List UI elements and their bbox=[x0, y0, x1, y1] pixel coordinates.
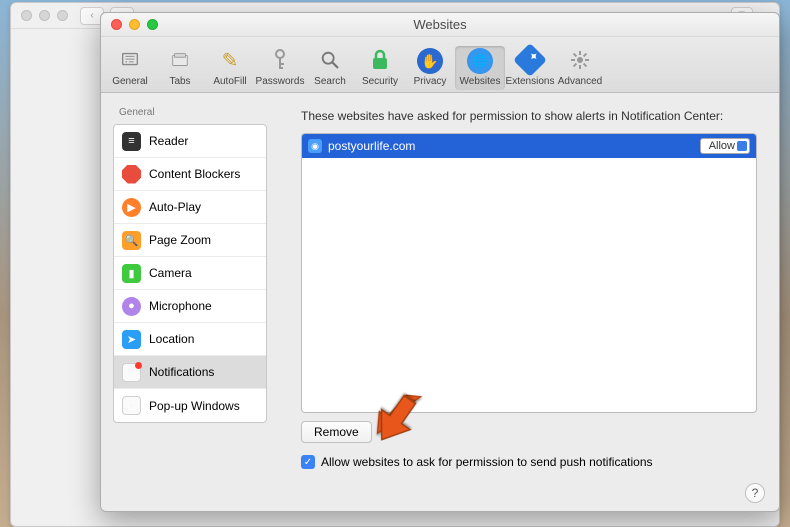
content-pane: These websites have asked for permission… bbox=[279, 93, 779, 511]
toolbar-websites[interactable]: 🌐 Websites bbox=[455, 46, 505, 90]
passwords-icon bbox=[266, 46, 294, 74]
site-domain: postyourlife.com bbox=[328, 139, 700, 153]
outer-max-light bbox=[57, 10, 68, 21]
sidebar-list: ≡ Reader Content Blockers ▶ Auto-Play 🔍 … bbox=[113, 124, 267, 423]
sidebar-item-label: Location bbox=[149, 332, 194, 346]
toolbar-label: Tabs bbox=[155, 76, 205, 87]
general-icon bbox=[116, 46, 144, 74]
advanced-icon bbox=[566, 46, 594, 74]
toolbar-label: General bbox=[105, 76, 155, 87]
toolbar-label: Security bbox=[355, 76, 405, 87]
pref-titlebar: Websites bbox=[101, 13, 779, 37]
extensions-icon: ✦ bbox=[516, 46, 544, 74]
toolbar-extensions[interactable]: ✦ Extensions bbox=[505, 44, 555, 90]
outer-traffic-lights bbox=[21, 10, 68, 21]
notifications-icon bbox=[122, 363, 141, 382]
toolbar-autofill[interactable]: ✎ AutoFill bbox=[205, 44, 255, 90]
toolbar-search[interactable]: Search bbox=[305, 44, 355, 90]
autofill-icon: ✎ bbox=[216, 46, 244, 74]
toolbar-label: Search bbox=[305, 76, 355, 87]
remove-button[interactable]: Remove bbox=[301, 421, 372, 443]
checkbox-checked-icon[interactable]: ✓ bbox=[301, 455, 315, 469]
website-row[interactable]: ◉ postyourlife.com Allow bbox=[302, 134, 756, 158]
allow-notifications-checkbox-row[interactable]: ✓ Allow websites to ask for permission t… bbox=[301, 455, 757, 469]
toolbar-label: Privacy bbox=[405, 76, 455, 87]
outer-close-light bbox=[21, 10, 32, 21]
websites-icon: 🌐 bbox=[467, 48, 493, 74]
zoom-window-button[interactable] bbox=[147, 19, 158, 30]
sidebar-header: General bbox=[113, 105, 267, 120]
toolbar-label: Advanced bbox=[555, 76, 605, 87]
outer-min-light bbox=[39, 10, 50, 21]
search-icon bbox=[316, 46, 344, 74]
sidebar-item-content-blockers[interactable]: Content Blockers bbox=[114, 158, 266, 191]
close-window-button[interactable] bbox=[111, 19, 122, 30]
toolbar-general[interactable]: General bbox=[105, 44, 155, 90]
sidebar-item-location[interactable]: ➤ Location bbox=[114, 323, 266, 356]
security-icon bbox=[366, 46, 394, 74]
toolbar-tabs[interactable]: Tabs bbox=[155, 44, 205, 90]
instruction-text: These websites have asked for permission… bbox=[301, 109, 757, 123]
site-favicon-icon: ◉ bbox=[308, 139, 322, 153]
privacy-icon: ✋ bbox=[417, 48, 443, 74]
sidebar-item-label: Notifications bbox=[149, 365, 214, 379]
sidebar-item-label: Reader bbox=[149, 134, 188, 148]
permission-value: Allow bbox=[709, 140, 735, 152]
page-zoom-icon: 🔍 bbox=[122, 231, 141, 250]
toolbar-label: Passwords bbox=[255, 76, 305, 87]
camera-icon: ▮ bbox=[122, 264, 141, 283]
sidebar-item-label: Content Blockers bbox=[149, 167, 240, 181]
sidebar-item-notifications[interactable]: Notifications bbox=[114, 356, 266, 389]
sidebar-item-page-zoom[interactable]: 🔍 Page Zoom bbox=[114, 224, 266, 257]
toolbar-passwords[interactable]: Passwords bbox=[255, 44, 305, 90]
pref-toolbar: General Tabs ✎ AutoFill Passwords Search bbox=[101, 37, 779, 93]
sidebar-item-auto-play[interactable]: ▶ Auto-Play bbox=[114, 191, 266, 224]
sidebar-item-label: Auto-Play bbox=[149, 200, 201, 214]
sidebar-item-label: Pop-up Windows bbox=[149, 399, 240, 413]
autoplay-icon: ▶ bbox=[122, 198, 141, 217]
popup-icon: ◻ bbox=[122, 396, 141, 415]
sidebar-item-microphone[interactable]: ● Microphone bbox=[114, 290, 266, 323]
microphone-icon: ● bbox=[122, 297, 141, 316]
toolbar-label: Extensions bbox=[505, 76, 555, 87]
help-button[interactable]: ? bbox=[745, 483, 765, 503]
sidebar-item-popup-windows[interactable]: ◻ Pop-up Windows bbox=[114, 389, 266, 422]
reader-icon: ≡ bbox=[122, 132, 141, 151]
toolbar-label: Websites bbox=[455, 76, 505, 87]
toolbar-label: AutoFill bbox=[205, 76, 255, 87]
sidebar-item-label: Page Zoom bbox=[149, 233, 211, 247]
sidebar: General ≡ Reader Content Blockers ▶ Auto… bbox=[101, 93, 279, 511]
sidebar-item-label: Microphone bbox=[149, 299, 212, 313]
preferences-window: Websites General Tabs ✎ AutoFill Passwor… bbox=[100, 12, 780, 512]
sidebar-item-label: Camera bbox=[149, 266, 192, 280]
sidebar-item-reader[interactable]: ≡ Reader bbox=[114, 125, 266, 158]
content-blockers-icon bbox=[122, 165, 141, 184]
pref-title: Websites bbox=[413, 17, 466, 32]
checkbox-label: Allow websites to ask for permission to … bbox=[321, 455, 653, 469]
sidebar-item-camera[interactable]: ▮ Camera bbox=[114, 257, 266, 290]
tabs-icon bbox=[166, 46, 194, 74]
minimize-window-button[interactable] bbox=[129, 19, 140, 30]
website-list[interactable]: ◉ postyourlife.com Allow bbox=[301, 133, 757, 413]
toolbar-security[interactable]: Security bbox=[355, 44, 405, 90]
permission-dropdown[interactable]: Allow bbox=[700, 138, 750, 154]
toolbar-privacy[interactable]: ✋ Privacy bbox=[405, 46, 455, 90]
toolbar-advanced[interactable]: Advanced bbox=[555, 44, 605, 90]
location-icon: ➤ bbox=[122, 330, 141, 349]
